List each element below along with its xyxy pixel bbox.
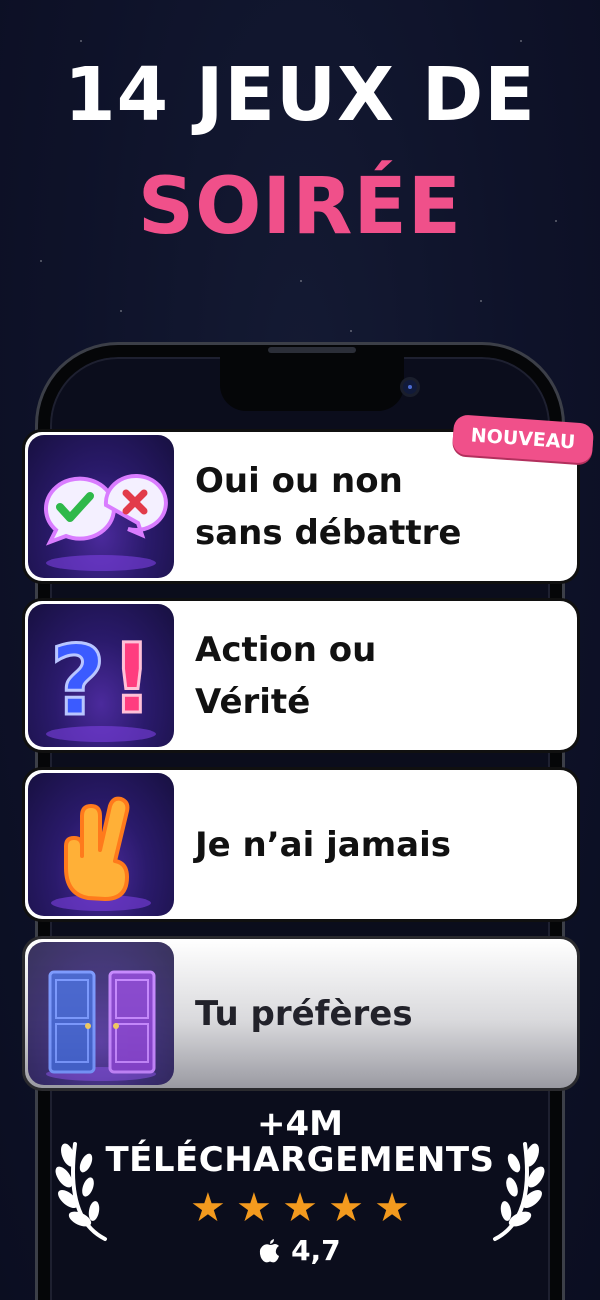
headline-line-1: 14 JEUX DE [64,52,536,138]
star-icon: ★ [190,1185,226,1231]
doors-icon [28,942,174,1085]
game-title-line-1: Oui ou non [195,460,403,501]
headline-line-2: SOIRÉE [137,162,463,252]
game-title-line-1: Action ou [195,629,377,670]
star-icon: ★ [328,1185,364,1231]
phone-speaker [268,347,356,353]
game-title-line-2: sans débattre [195,512,462,553]
game-title-line-2: Vérité [195,681,311,722]
svg-text:!: ! [110,623,154,735]
camera-icon [400,377,420,397]
game-card-truth-or-dare[interactable]: ? ! Action ou Vérité [22,598,580,753]
svg-text:?: ? [50,625,106,737]
rating-value: 4,7 [291,1234,341,1267]
game-title: Action ou Vérité [195,624,557,728]
star-icon: ★ [374,1185,410,1231]
game-title: Je n’ai jamais [195,819,557,871]
crossed-fingers-icon [28,773,174,916]
question-exclamation-icon: ? ! [28,604,174,747]
app-store-rating: 4,7 [0,1234,600,1267]
game-card-would-you-rather[interactable]: Tu préfères [22,936,580,1091]
game-title: Tu préfères [195,988,557,1040]
game-card-never-have-i-ever[interactable]: Je n’ai jamais [22,767,580,922]
star-icon: ★ [236,1185,272,1231]
yes-no-bubbles-icon [28,435,174,578]
star-icon: ★ [282,1185,318,1231]
downloads-label: TÉLÉCHARGEMENTS [105,1140,495,1180]
game-title-line-1: Je n’ai jamais [195,824,451,865]
rating-stars: ★ ★ ★ ★ ★ [190,1186,410,1230]
game-title: Oui ou non sans débattre [195,455,557,559]
game-title-line-1: Tu préfères [195,993,413,1034]
apple-icon [260,1239,280,1263]
downloads-count: +4M [257,1104,343,1144]
phone-notch [220,355,420,411]
